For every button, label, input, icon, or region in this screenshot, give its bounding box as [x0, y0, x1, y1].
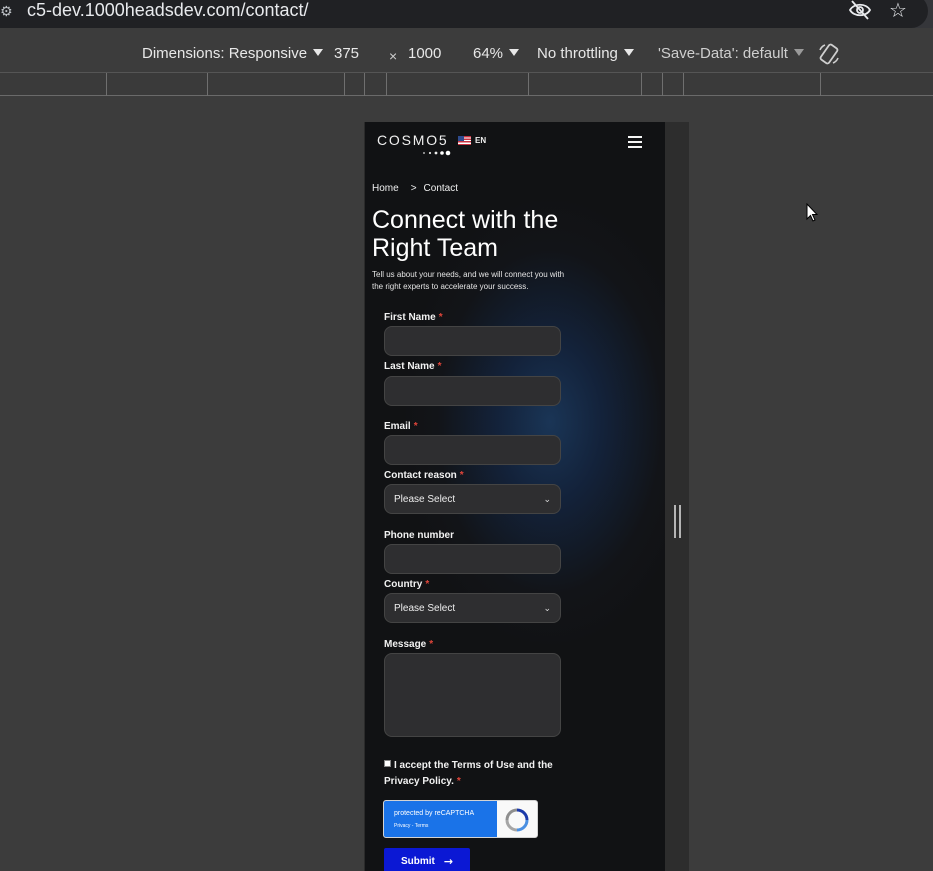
- contact-reason-value: Please Select: [394, 493, 456, 505]
- width-input[interactable]: 375: [334, 45, 359, 63]
- country-label: Country *: [384, 579, 430, 590]
- chevron-down-icon: [313, 49, 324, 56]
- logo-text: COSMO5: [377, 132, 449, 148]
- hamburger-menu-icon[interactable]: [628, 136, 642, 148]
- first-name-input[interactable]: [384, 326, 561, 356]
- chevron-down-icon: [623, 49, 634, 56]
- device-resize-area: [665, 122, 689, 871]
- ruler-tick: [528, 73, 529, 96]
- media-query-ruler[interactable]: [0, 72, 933, 96]
- required-mark: *: [456, 776, 461, 787]
- zoom-dropdown[interactable]: 64%: [473, 45, 520, 63]
- resize-handle[interactable]: [674, 505, 681, 538]
- ruler-tick: [820, 73, 821, 96]
- chevron-down-icon: ⌄: [543, 493, 551, 504]
- dimensions-label: Dimensions: Responsive: [142, 45, 308, 62]
- intro-text: Tell us about your needs, and we will co…: [372, 270, 565, 291]
- terms-checkbox-row[interactable]: I accept the Terms of Use and the Privac…: [384, 758, 560, 790]
- arrow-right-icon: →: [443, 854, 454, 868]
- throttling-label: No throttling: [537, 45, 618, 62]
- ruler-tick: [207, 73, 208, 96]
- country-select[interactable]: Please Select ⌄: [384, 593, 561, 623]
- first-name-label: First Name *: [384, 312, 443, 323]
- terms-checkbox[interactable]: [384, 760, 391, 767]
- chevron-down-icon: [509, 49, 520, 56]
- last-name-label: Last Name *: [384, 361, 442, 372]
- save-data-dropdown[interactable]: 'Save-Data': default: [658, 45, 804, 63]
- terms-text: I accept the Terms of Use and the Privac…: [384, 760, 553, 787]
- mouse-cursor-icon: [806, 203, 818, 222]
- logo-dots-icon: [423, 150, 451, 156]
- phone-label: Phone number: [384, 530, 455, 541]
- height-input[interactable]: 1000: [408, 45, 441, 63]
- page-title: Connect with the Right Team: [372, 206, 559, 262]
- ruler-tick: [344, 73, 345, 96]
- language-label: EN: [475, 136, 487, 145]
- submit-button[interactable]: Submit →: [384, 848, 470, 871]
- ruler-tick: [106, 73, 107, 96]
- browser-address-bar: ⚙ c5-dev.1000headsdev.com/contact/ ☆: [0, 0, 933, 28]
- ruler-tick: [683, 73, 684, 96]
- recaptcha-panel: [384, 801, 497, 837]
- message-textarea[interactable]: [384, 653, 561, 737]
- breadcrumb-separator: >: [410, 183, 417, 194]
- breadcrumb-current: Contact: [423, 183, 458, 194]
- ruler-tick: [641, 73, 642, 96]
- ruler-tick: [662, 73, 663, 96]
- recaptcha-links[interactable]: Privacy - Terms: [394, 823, 428, 829]
- site-info-icon[interactable]: ⚙: [0, 4, 13, 20]
- url-text[interactable]: c5-dev.1000headsdev.com/contact/: [27, 0, 309, 20]
- eye-off-icon[interactable]: [848, 0, 872, 20]
- recaptcha-icon: [505, 808, 529, 832]
- star-icon[interactable]: ☆: [889, 0, 907, 22]
- phone-input[interactable]: [384, 544, 561, 574]
- ruler-tick: [386, 73, 387, 96]
- email-label: Email *: [384, 421, 418, 432]
- emulated-page: COSMO5 EN Home > Contact Connect with th…: [365, 122, 665, 871]
- email-input[interactable]: [384, 435, 561, 465]
- throttling-dropdown[interactable]: No throttling: [537, 45, 634, 63]
- dimension-separator: ×: [389, 48, 398, 64]
- us-flag-icon: [458, 136, 471, 145]
- contact-reason-label: Contact reason *: [384, 470, 464, 481]
- language-switcher[interactable]: EN: [458, 136, 486, 145]
- submit-label: Submit: [400, 855, 435, 867]
- chevron-down-icon: [793, 49, 804, 56]
- rotate-icon[interactable]: [817, 42, 841, 66]
- contact-reason-select[interactable]: Please Select ⌄: [384, 484, 561, 514]
- ruler-tick: [364, 73, 365, 96]
- recaptcha-badge[interactable]: protected by reCAPTCHA Privacy - Terms: [383, 800, 538, 838]
- last-name-input[interactable]: [384, 376, 561, 406]
- recaptcha-label: protected by reCAPTCHA: [394, 810, 475, 817]
- breadcrumb-home[interactable]: Home: [372, 183, 399, 194]
- save-data-label: 'Save-Data': default: [658, 45, 788, 62]
- breadcrumb: Home > Contact: [372, 183, 458, 194]
- site-logo[interactable]: COSMO5: [377, 132, 451, 156]
- chevron-down-icon: ⌄: [543, 602, 551, 613]
- zoom-label: 64%: [473, 45, 504, 62]
- devtools-device-toolbar: Dimensions: Responsive 375 × 1000 64% No…: [0, 28, 933, 72]
- dimensions-dropdown[interactable]: Dimensions: Responsive: [142, 45, 324, 63]
- country-value: Please Select: [394, 602, 456, 614]
- message-label: Message *: [384, 639, 434, 650]
